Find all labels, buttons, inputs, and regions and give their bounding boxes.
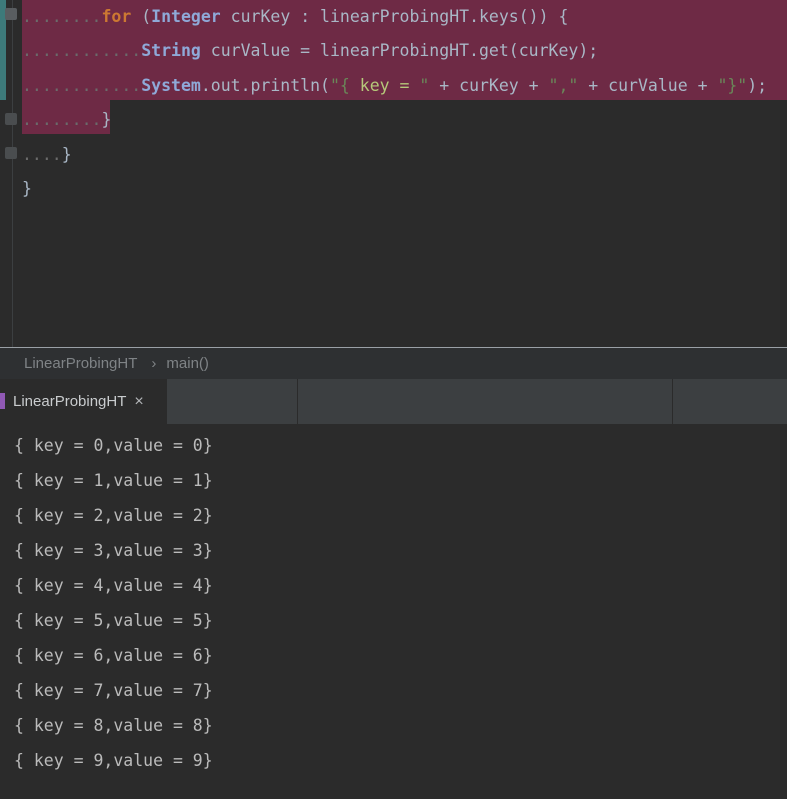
- fold-icon[interactable]: [5, 8, 17, 20]
- code-token: ",": [548, 76, 579, 95]
- tab-linearprobinght[interactable]: LinearProbingHT ×: [0, 379, 166, 424]
- gutter-divider: [12, 0, 13, 347]
- console-line: { key = 1,value = 1}: [14, 471, 213, 490]
- console-line: { key = 8,value = 8}: [14, 716, 213, 735]
- code-token: curValue = linearProbingHT.get(curKey);: [200, 41, 599, 60]
- console-line: { key = 4,value = 4}: [14, 576, 213, 595]
- code-token: }: [101, 110, 112, 129]
- code-token: ": [419, 76, 430, 95]
- console-line: { key = 9,value = 9}: [14, 751, 213, 770]
- console-line: { key = 5,value = 5}: [14, 611, 213, 630]
- code-editor[interactable]: ........for (Integer curKey : linearProb…: [0, 0, 787, 347]
- breadcrumb-method[interactable]: main(): [166, 355, 209, 372]
- code-line: }: [22, 174, 32, 204]
- run-tab-bar: LinearProbingHT ×: [0, 379, 787, 425]
- fold-icon[interactable]: [5, 113, 17, 125]
- code-token: System: [141, 76, 201, 95]
- run-config-icon: [0, 393, 5, 409]
- code-token: }: [22, 179, 32, 198]
- console-line: { key = 2,value = 2}: [14, 506, 213, 525]
- code-line: ............String curValue = linearProb…: [22, 36, 598, 66]
- code-token: + curKey +: [429, 76, 549, 95]
- indent-guide: ....: [22, 145, 62, 164]
- indent-guide: ............: [22, 76, 142, 95]
- tab-divider: [166, 379, 167, 424]
- run-console-output[interactable]: { key = 0,value = 0} { key = 1,value = 1}…: [0, 424, 787, 799]
- code-line: ............System.out.println("{ key = …: [22, 71, 767, 101]
- fold-icon[interactable]: [5, 147, 17, 159]
- code-line: ....}: [22, 140, 72, 170]
- console-line: { key = 0,value = 0}: [14, 436, 213, 455]
- indent-guide: ........: [22, 110, 102, 129]
- code-token: .out.println(: [200, 76, 330, 95]
- code-token: key =: [359, 76, 420, 95]
- breadcrumb-class[interactable]: LinearProbingHT: [0, 355, 137, 372]
- code-token: }: [61, 145, 72, 164]
- code-token: "}": [717, 76, 748, 95]
- code-line: ........for (Integer curKey : linearProb…: [22, 2, 568, 32]
- breadcrumb-separator-icon: ›: [151, 355, 157, 372]
- console-line: { key = 6,value = 6}: [14, 646, 213, 665]
- console-line: { key = 7,value = 7}: [14, 681, 213, 700]
- code-token: (: [131, 7, 152, 26]
- code-token: curKey : linearProbingHT.keys()) {: [220, 7, 569, 26]
- indent-guide: ........: [22, 7, 102, 26]
- console-line: { key = 3,value = 3}: [14, 541, 213, 560]
- code-token: );: [747, 76, 768, 95]
- code-token: for: [101, 7, 132, 26]
- indent-guide: ............: [22, 41, 142, 60]
- close-icon[interactable]: ×: [134, 393, 143, 411]
- breadcrumb: LinearProbingHT › main(): [0, 348, 787, 379]
- code-line: ........}: [22, 105, 111, 135]
- tab-divider: [297, 379, 298, 424]
- tab-label: LinearProbingHT: [13, 393, 127, 410]
- code-token: "{: [329, 76, 360, 95]
- tab-divider: [672, 379, 673, 424]
- code-token: + curValue +: [578, 76, 718, 95]
- code-token: String: [141, 41, 201, 60]
- code-token: Integer: [151, 7, 221, 26]
